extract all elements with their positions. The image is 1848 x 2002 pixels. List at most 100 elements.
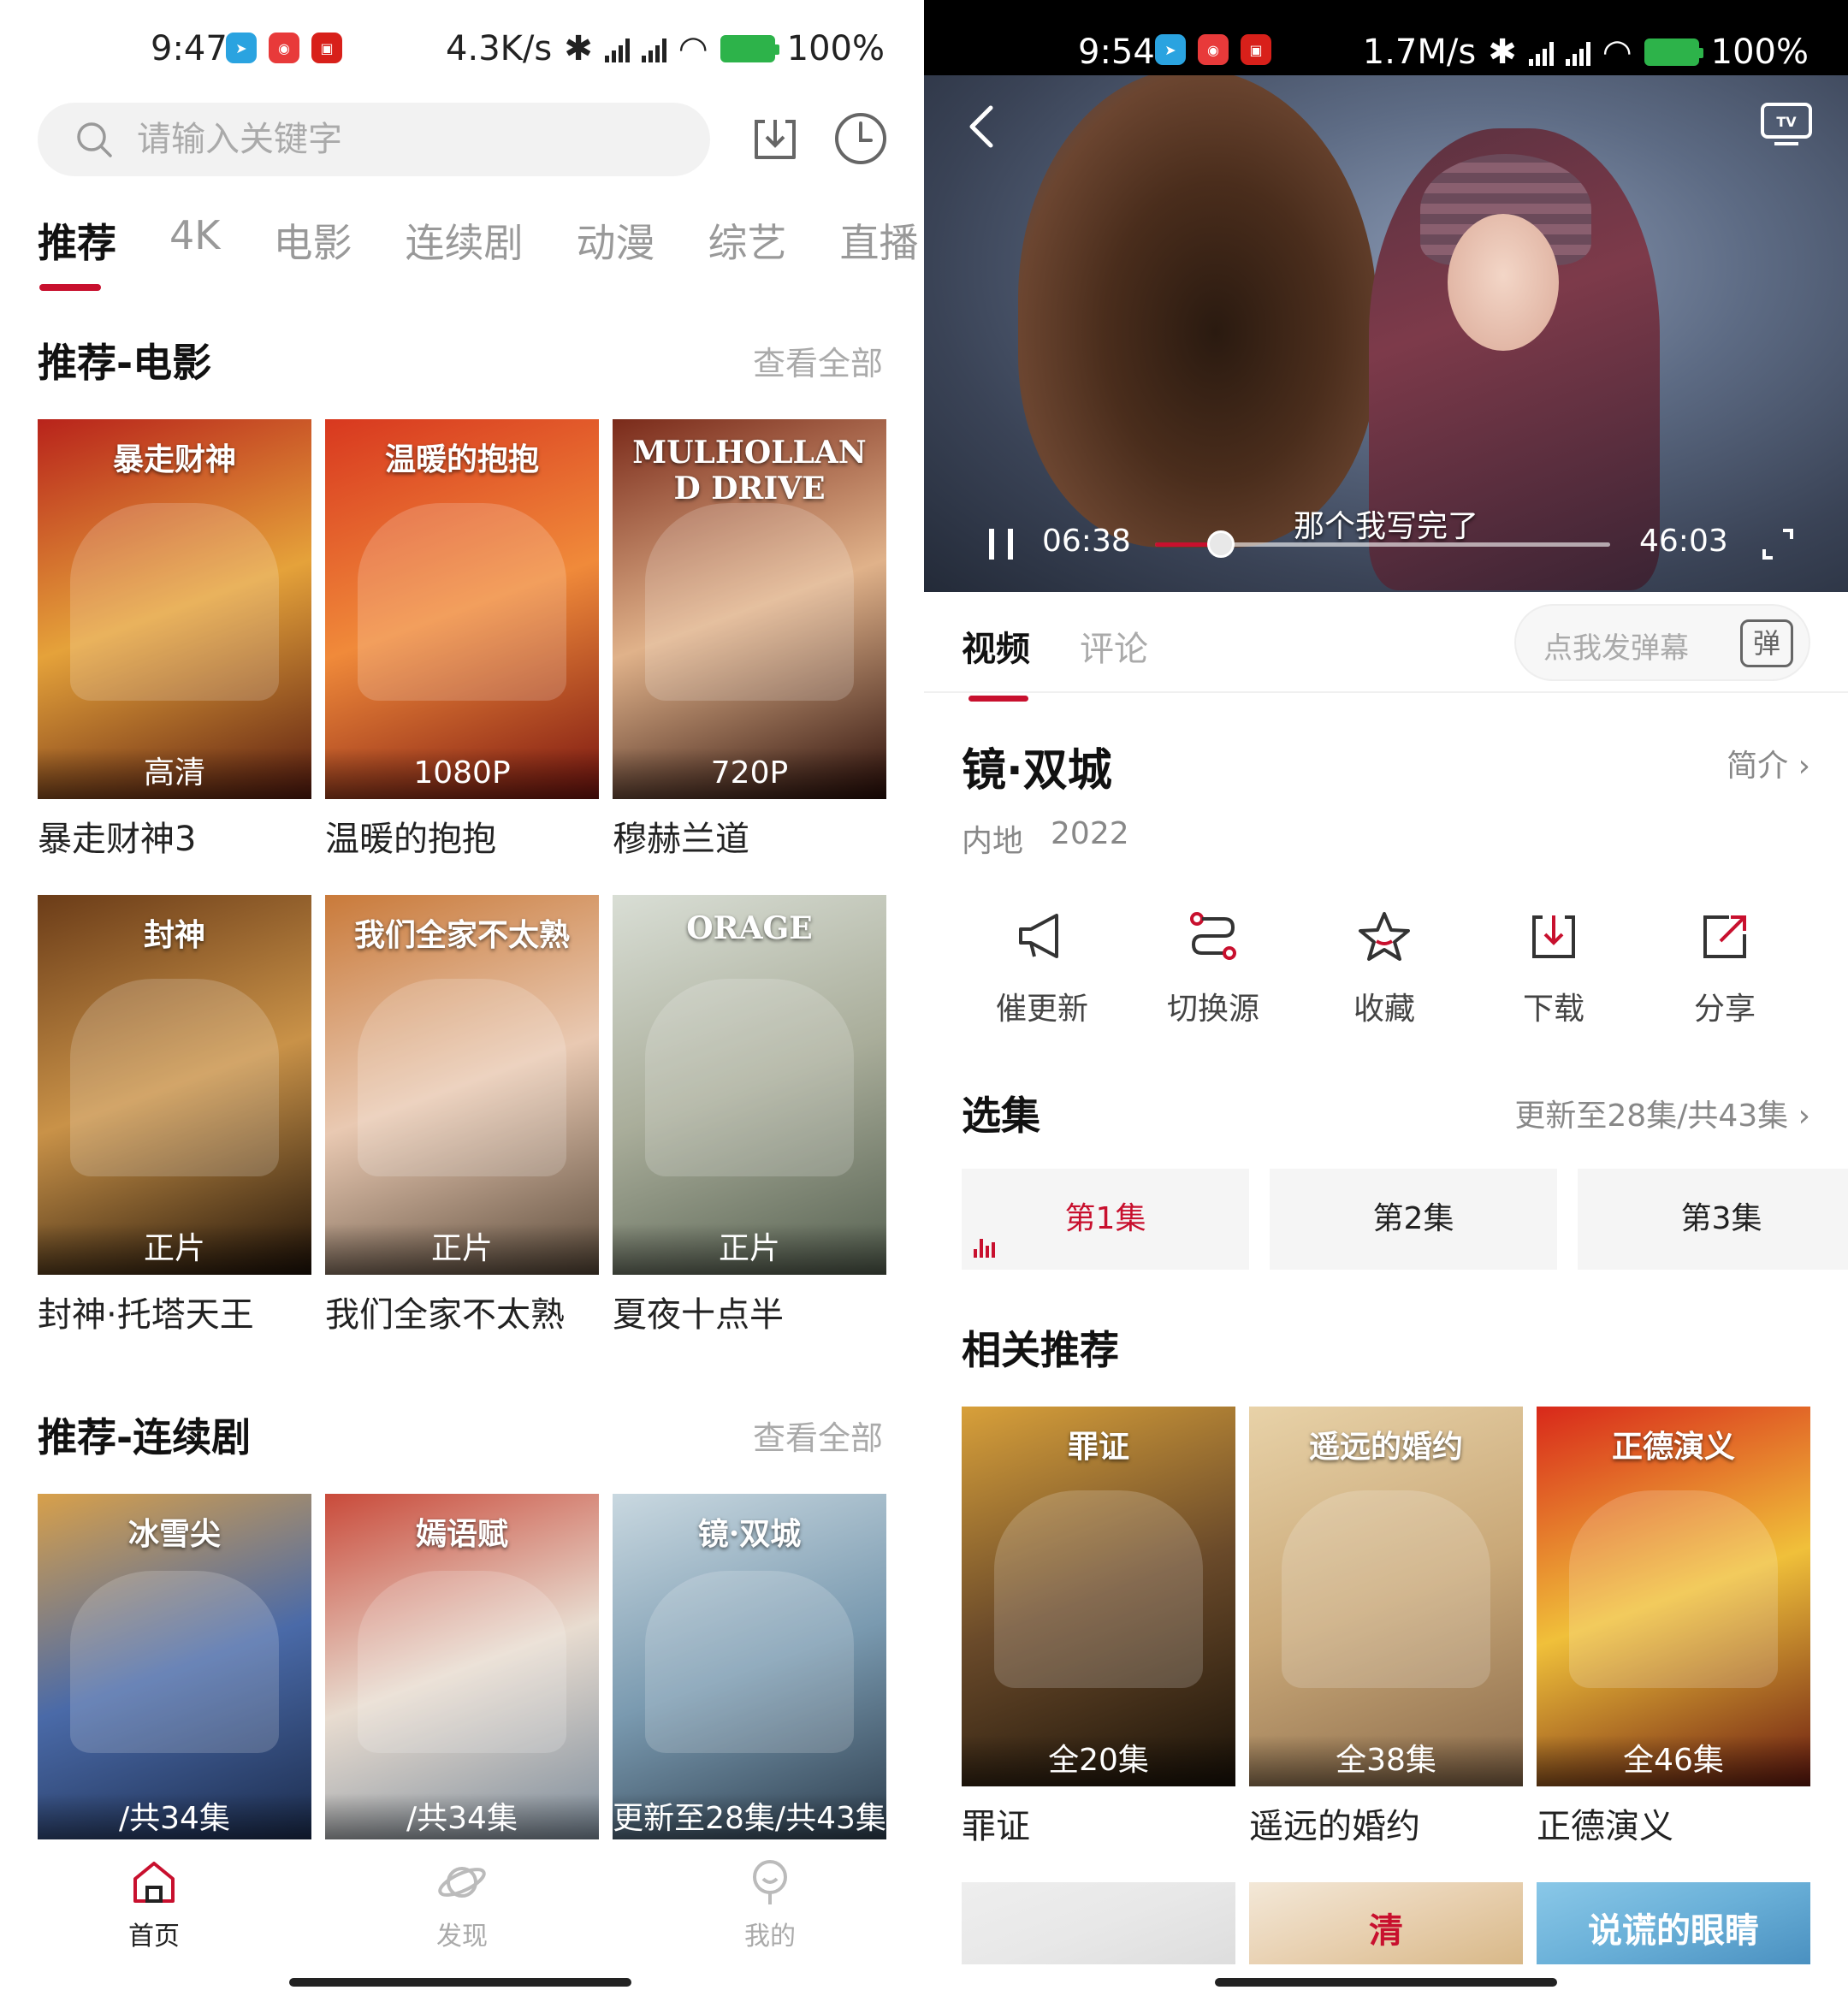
home-indicator[interactable]	[289, 1978, 631, 1987]
switch-source-button[interactable]: 切换源	[1136, 907, 1290, 1028]
poster-art	[70, 502, 279, 701]
poster-card[interactable]: 封神 正片	[38, 895, 311, 1275]
poster-card[interactable]: 镜·双城 更新至28集/共43集	[613, 1494, 886, 1845]
show-year: 2022	[1051, 816, 1129, 851]
detail-screen: 9:54 ➤ ◉ ▣ 1.7M/s ✱ ◠ 100% TV 那个我写完了 06:…	[924, 0, 1848, 2002]
poster-caption[interactable]: 罪证	[962, 1798, 1030, 1848]
poster-badge: /共34集	[325, 1793, 599, 1845]
poster-art	[358, 502, 566, 701]
megaphone-icon	[1019, 914, 1058, 958]
poster-caption[interactable]: 夏夜十点半	[613, 1287, 784, 1336]
poster-title-art: 正德演义	[1611, 1429, 1735, 1465]
tab-comments[interactable]: 评论	[1080, 621, 1148, 671]
progress-track[interactable]	[1155, 530, 1610, 558]
intro-link[interactable]: 简介 ›	[1727, 741, 1810, 785]
status-right: 4.3K/s ✱ ◠ 100%	[446, 29, 885, 68]
search-bar[interactable]	[38, 103, 710, 176]
view-all-link[interactable]: 查看全部	[753, 337, 883, 384]
fullscreen-icon[interactable]	[1759, 525, 1797, 563]
nav-home[interactable]: 首页	[103, 1857, 205, 1952]
poster-caption[interactable]: 温暖的抱抱	[325, 811, 496, 861]
poster-card[interactable]: 正德演义 全46集	[1537, 1407, 1810, 1786]
poster-art	[994, 1490, 1203, 1688]
poster-card[interactable]: 清	[1249, 1882, 1523, 1964]
poster-card[interactable]: MULHOLLAND DRIVE 720P	[613, 419, 886, 799]
danmu-toggle-button[interactable]: 弹	[1740, 619, 1793, 667]
poster-title-art: 罪证	[1067, 1429, 1129, 1465]
poster-title-art: 清	[1369, 1910, 1403, 1951]
pause-icon[interactable]	[984, 525, 1018, 563]
tab-4k[interactable]: 4K	[169, 212, 220, 269]
poster-card[interactable]: 嫣语赋/共34集	[325, 1494, 599, 1845]
video-player[interactable]: 9:54 ➤ ◉ ▣ 1.7M/s ✱ ◠ 100% TV 那个我写完了 06:…	[924, 0, 1848, 592]
poster-caption[interactable]: 我们全家不太熟	[325, 1287, 565, 1336]
home-indicator[interactable]	[1215, 1978, 1557, 1987]
search-input[interactable]	[137, 120, 650, 159]
poster-card[interactable]: 说谎的眼睛	[1537, 1882, 1810, 1964]
tab-live[interactable]: 直播	[839, 212, 918, 269]
poster-caption[interactable]: 穆赫兰道	[613, 811, 749, 861]
tab-movie[interactable]: 电影	[273, 212, 352, 269]
episode-button[interactable]: 第3集	[1578, 1169, 1848, 1270]
status-right: 1.7M/s ✱ ◠ 100%	[1363, 33, 1809, 72]
share-icon	[1703, 915, 1746, 958]
episode-label: 第1集	[1064, 1201, 1146, 1236]
signal-icon-2	[641, 35, 666, 62]
tab-video[interactable]: 视频	[962, 621, 1030, 702]
poster-card[interactable]: ORAGE 正片	[613, 895, 886, 1275]
poster-card[interactable]: 冰雪尖/共34集	[38, 1494, 311, 1845]
poster-caption[interactable]: 暴走财神3	[38, 811, 196, 861]
poster-card[interactable]: 遥远的婚约全38集	[1249, 1407, 1523, 1786]
share-button[interactable]: 分享	[1648, 907, 1802, 1028]
episode-button[interactable]: 第2集	[1270, 1169, 1557, 1270]
poster-card[interactable]: 温暖的抱抱 1080P	[325, 419, 599, 799]
poster-badge: 全38集	[1249, 1735, 1523, 1786]
player-controls: 06:38 46:03	[924, 513, 1848, 573]
poster-card[interactable]: 罪证 全20集	[962, 1407, 1235, 1786]
section-title: 推荐-电影	[38, 340, 212, 386]
section-title: 推荐-连续剧	[38, 1414, 252, 1460]
status-app-icons: ➤ ◉ ▣	[226, 33, 342, 63]
download-button[interactable]: 下载	[1477, 907, 1631, 1028]
poster-badge: 720P	[613, 748, 886, 799]
nav-discover[interactable]: 发现	[411, 1857, 513, 1952]
section-header-series: 推荐-连续剧 查看全部	[38, 1407, 883, 1463]
video-scene-cave	[1018, 68, 1377, 548]
danmu-input[interactable]: 点我发弹幕 弹	[1514, 604, 1810, 681]
poster-caption[interactable]: 封神·托塔天王	[38, 1287, 254, 1336]
status-bar: 9:54 ➤ ◉ ▣ 1.7M/s ✱ ◠ 100%	[924, 0, 1848, 75]
tab-variety[interactable]: 综艺	[708, 212, 786, 269]
user-icon	[753, 1860, 787, 1904]
poster-card[interactable]: 暴走财神 高清	[38, 419, 311, 799]
poster-art	[358, 978, 566, 1176]
poster-art	[645, 502, 854, 701]
playing-bars-icon	[974, 1237, 995, 1258]
poster-caption[interactable]: 遥远的婚约	[1249, 1798, 1420, 1848]
tv-cast-icon[interactable]: TV	[1759, 101, 1814, 147]
show-title: 镜·双城	[962, 745, 1112, 797]
progress-thumb[interactable]	[1206, 530, 1235, 558]
view-all-link[interactable]: 查看全部	[753, 1412, 883, 1459]
poster-card[interactable]	[962, 1882, 1235, 1964]
search-icon	[77, 122, 112, 157]
history-icon[interactable]	[832, 110, 890, 168]
battery-icon	[1644, 38, 1703, 66]
poster-card[interactable]: 我们全家不太熟 正片	[325, 895, 599, 1275]
related-title: 相关推荐	[962, 1327, 1119, 1373]
episode-button[interactable]: 第1集	[962, 1169, 1249, 1270]
favorite-button[interactable]: 收藏	[1307, 907, 1461, 1028]
tab-anime[interactable]: 动漫	[576, 212, 654, 269]
back-icon[interactable]	[955, 92, 1006, 161]
remind-update-button[interactable]: 催更新	[965, 907, 1119, 1028]
poster-title-art: 遥远的婚约	[1308, 1429, 1463, 1465]
tab-series[interactable]: 连续剧	[405, 212, 523, 269]
tab-recommend[interactable]: 推荐	[38, 212, 116, 291]
download-icon[interactable]	[746, 110, 804, 168]
episodes-status-link[interactable]: 更新至28集/共43集 ›	[1514, 1091, 1810, 1135]
bluetooth-icon: ✱	[564, 29, 593, 68]
download-icon	[1532, 915, 1575, 958]
nav-mine[interactable]: 我的	[719, 1857, 821, 1952]
action-label: 切换源	[1166, 992, 1259, 1027]
net-speed: 1.7M/s	[1362, 33, 1477, 72]
poster-caption[interactable]: 正德演义	[1537, 1798, 1673, 1848]
